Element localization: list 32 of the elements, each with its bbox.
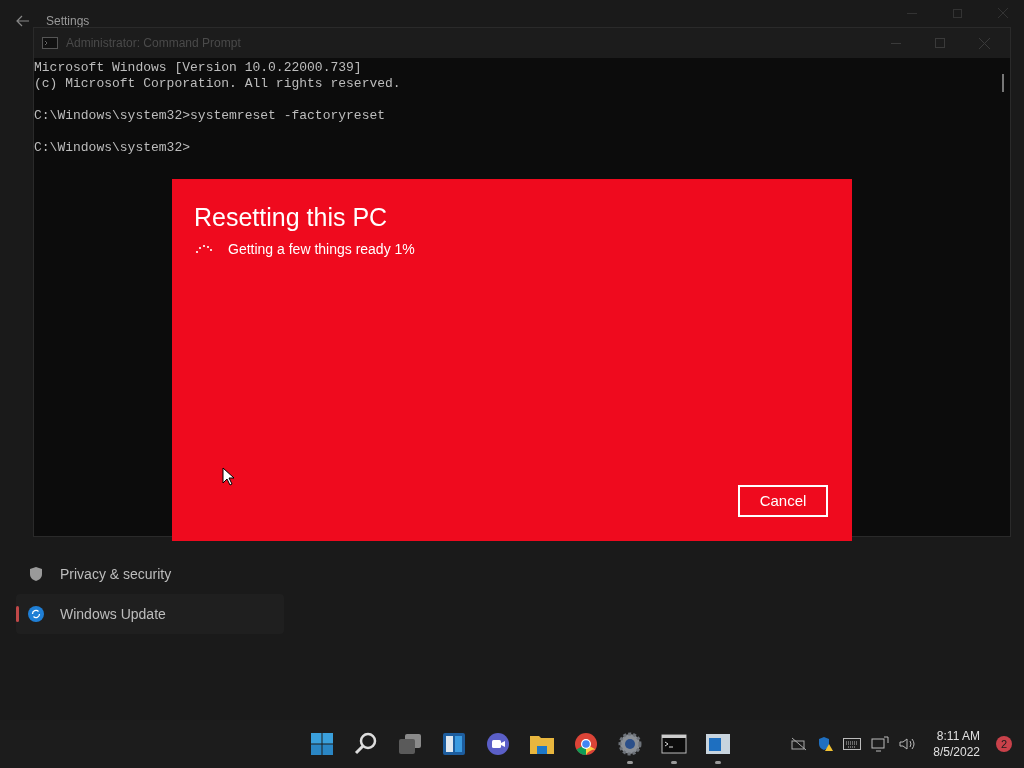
- terminal-icon[interactable]: [661, 731, 687, 757]
- widgets-icon[interactable]: [441, 731, 467, 757]
- shield-warning-icon[interactable]: [817, 736, 834, 752]
- sidebar-item[interactable]: Windows Update: [16, 594, 284, 634]
- terminal-icon: [42, 37, 58, 49]
- notification-badge[interactable]: 2: [996, 736, 1012, 752]
- clock[interactable]: 8:11 AM 8/5/2022: [927, 728, 986, 760]
- console-line: (c) Microsoft Corporation. All rights reserved.: [34, 76, 401, 92]
- console-line: C:\Windows\system32>systemreset -factoryreset: [34, 108, 386, 124]
- back-arrow-icon[interactable]: [16, 15, 30, 27]
- mouse-cursor-icon: [222, 467, 234, 486]
- status-text: Getting a few things ready 1%: [228, 240, 415, 259]
- speaker-icon[interactable]: [899, 737, 918, 751]
- gear-icon[interactable]: [617, 731, 643, 757]
- window-title: Settings: [46, 13, 90, 30]
- console-line: Microsoft Windows [Version 10.0.22000.739]: [34, 60, 362, 76]
- browser-icon[interactable]: [573, 731, 599, 757]
- scrollbar-thumb[interactable]: [1002, 74, 1004, 92]
- console-line: C:\Windows\system32>: [34, 140, 191, 156]
- search-icon[interactable]: [353, 731, 379, 757]
- cancel-button[interactable]: Cancel: [738, 485, 828, 517]
- windows-logo-icon[interactable]: [309, 731, 335, 757]
- app-window-icon[interactable]: [705, 731, 731, 757]
- network-off-icon[interactable]: [791, 737, 808, 751]
- task-view-icon[interactable]: [397, 731, 423, 757]
- keyboard-icon[interactable]: [843, 738, 862, 750]
- shield-icon: [28, 566, 44, 582]
- sidebar-item[interactable]: Privacy & security: [16, 554, 284, 594]
- video-chat-icon[interactable]: [485, 731, 511, 757]
- monitor-icon[interactable]: [871, 736, 890, 752]
- sync-icon: [28, 606, 44, 622]
- dialog-title: Resetting this PC: [194, 202, 389, 233]
